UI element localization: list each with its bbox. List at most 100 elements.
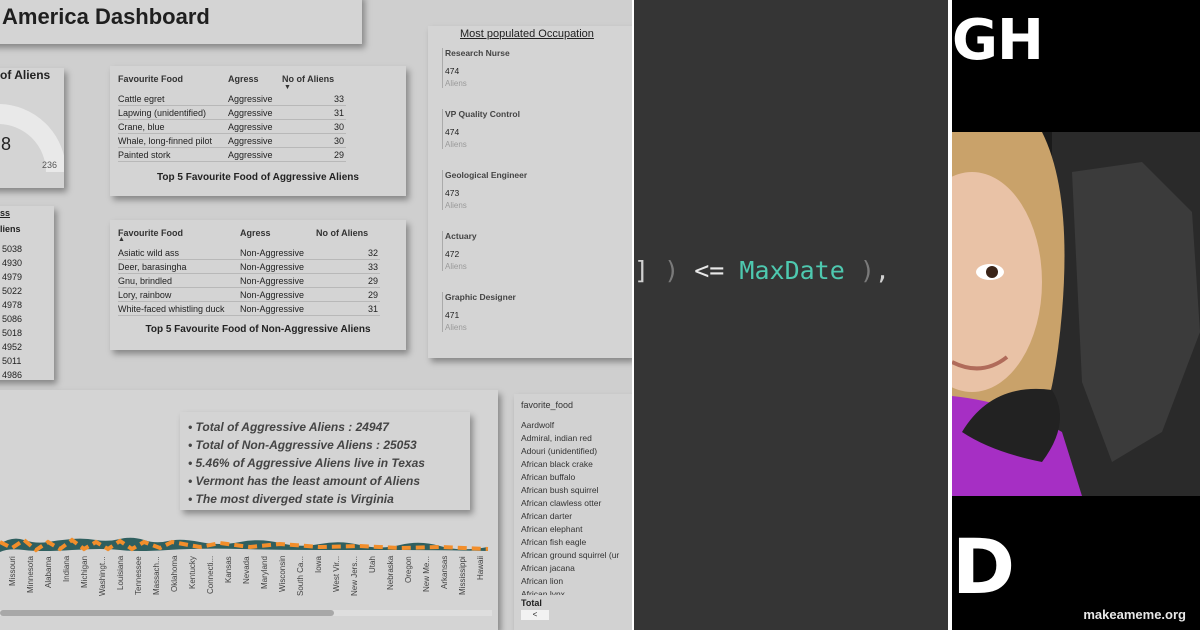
table-row[interactable]: Lory, rainbow Non-Aggressive 29 [118, 288, 380, 302]
non-aggressive-food-table[interactable]: Favourite Food Agress No of Aliens ▲ Asi… [110, 220, 406, 350]
gauge-card[interactable]: of Aliens 8 236 [0, 68, 64, 188]
occupation-title: Most populated Occupation [460, 28, 594, 40]
x-axis-label: New Me... [422, 556, 431, 593]
slicer-item[interactable]: African jacana [521, 563, 575, 573]
x-axis-label: Massach... [152, 556, 161, 595]
x-axis-label: Mississippi [458, 556, 467, 595]
states-row: 4952 [2, 342, 23, 352]
x-axis-label: Michigan [80, 556, 89, 589]
x-axis-label: Missouri [8, 556, 17, 586]
table-caption: Top 5 Favourite Food of Non-Aggressive A… [145, 324, 371, 335]
table-row[interactable]: Lapwing (unidentified) Aggressive 31 [118, 106, 346, 120]
aggressive-food-table[interactable]: Favourite Food Agress No of Aliens ▼ Cat… [110, 66, 406, 196]
fact-line: • Total of Non-Aggressive Aliens : 25053 [188, 438, 417, 452]
x-axis-label: New Jers... [350, 556, 359, 597]
table-row[interactable]: Whale, long-finned pilot Aggressive 30 [118, 134, 346, 148]
scroll-left-button[interactable]: < [521, 610, 549, 620]
x-axis-label: Minnesota [26, 556, 35, 593]
cell-count: 31 [367, 304, 378, 314]
col-header-agress[interactable]: Agress [240, 228, 271, 238]
slicer-item[interactable]: African elephant [521, 524, 582, 534]
states-row: 4979 [2, 272, 23, 282]
ribbon-chart[interactable] [0, 530, 492, 554]
occupation-value: 472 [445, 249, 460, 259]
cell-agress: Aggressive [228, 122, 273, 132]
slicer-item[interactable]: African darter [521, 511, 572, 521]
cell-agress: Aggressive [228, 94, 273, 104]
favorite-food-slicer[interactable]: favorite_food Aardwolf Admiral, indian r… [514, 394, 632, 630]
col-header-food[interactable]: Favourite Food [118, 74, 183, 84]
x-axis-label: Iowa [314, 556, 323, 573]
table-row[interactable]: Asiatic wild ass Non-Aggressive 32 [118, 246, 380, 260]
slicer-item[interactable]: African black crake [521, 459, 593, 469]
fact-line: • Total of Aggressive Aliens : 24947 [188, 420, 389, 434]
code-operator: <= [694, 256, 725, 285]
cell-agress: Aggressive [228, 136, 273, 146]
table-row[interactable]: Cattle egret Aggressive 33 [118, 92, 346, 106]
cell-count: 33 [367, 262, 378, 272]
cell-agress: Non-Aggressive [240, 290, 305, 300]
slicer-item[interactable]: African ground squirrel (ur [521, 550, 619, 560]
slicer-item[interactable]: Aardwolf [521, 420, 554, 430]
x-axis-label: Tennessee [134, 556, 143, 595]
sort-desc-icon: ▼ [284, 84, 291, 91]
fact-line: • The most diverged state is Virginia [188, 492, 394, 506]
cell-food: White-faced whistling duck [118, 304, 225, 314]
x-axis-label: Utah [368, 556, 377, 573]
x-axis-label: Washingt... [98, 556, 107, 596]
col-header-food[interactable]: Favourite Food [118, 228, 183, 238]
gauge-max: 236 [42, 160, 58, 170]
slicer-item[interactable]: Admiral, indian red [521, 433, 592, 443]
x-axis-label: Oregon [404, 556, 413, 583]
cell-food: Crane, blue [118, 122, 165, 132]
occupation-item[interactable]: Research Nurse 474 Aliens [442, 48, 592, 88]
occupation-name: Actuary [445, 231, 477, 241]
cell-food: Painted stork [118, 150, 171, 160]
x-axis-label: Alabama [44, 556, 53, 588]
x-axis-label: Kentucky [188, 556, 197, 589]
slicer-item[interactable]: African buffalo [521, 472, 575, 482]
occupation-item[interactable]: Graphic Designer 471 Aliens [442, 292, 592, 332]
occupation-item[interactable]: VP Quality Control 474 Aliens [442, 109, 592, 149]
fact-line: • 5.46% of Aggressive Aliens live in Tex… [188, 456, 425, 470]
occupation-item[interactable]: Actuary 472 Aliens [442, 231, 592, 271]
x-axis-label: Wisconsin [278, 556, 287, 593]
cell-count: 29 [367, 290, 378, 300]
table-row[interactable]: Crane, blue Aggressive 30 [118, 120, 346, 134]
table-row[interactable]: White-faced whistling duck Non-Aggressiv… [118, 302, 380, 316]
occupation-card[interactable]: Most populated Occupation Research Nurse… [428, 26, 632, 358]
col-header-agress[interactable]: Agress [228, 74, 259, 84]
code-line: ] ) <= MaxDate ), [634, 256, 890, 285]
cell-food: Cattle egret [118, 94, 165, 104]
table-row[interactable]: Deer, barasingha Non-Aggressive 33 [118, 260, 380, 274]
slicer-item[interactable]: African lynx [521, 589, 565, 595]
slicer-item[interactable]: African bush squirrel [521, 485, 598, 495]
table-row[interactable]: Gnu, brindled Non-Aggressive 29 [118, 274, 380, 288]
col-header-count[interactable]: No of Aliens [282, 74, 334, 84]
cell-food: Asiatic wild ass [118, 248, 180, 258]
occupation-value: 473 [445, 188, 460, 198]
chart-scrollbar[interactable] [0, 610, 492, 616]
dashboard-title-card: America Dashboard [0, 0, 362, 44]
x-axis-label: South Ca... [296, 556, 305, 597]
occupation-value: 471 [445, 310, 460, 320]
occupation-unit: Aliens [445, 323, 467, 332]
slicer-item[interactable]: African clawless otter [521, 498, 601, 508]
table-row[interactable]: Painted stork Aggressive 29 [118, 148, 346, 162]
col-header-count[interactable]: No of Aliens [316, 228, 368, 238]
dashboard-panel: America Dashboard of Aliens 8 236 ss lie… [0, 0, 632, 630]
chart-scrollbar-thumb[interactable] [0, 610, 334, 616]
x-axis-label: Louisiana [116, 556, 125, 591]
cell-agress: Non-Aggressive [240, 248, 305, 258]
x-axis-label: Nebraska [386, 556, 395, 591]
slicer-item[interactable]: African lion [521, 576, 563, 586]
occupation-item[interactable]: Geological Engineer 473 Aliens [442, 170, 592, 210]
occupation-name: Graphic Designer [445, 292, 516, 302]
slicer-item[interactable]: Adouri (unidentified) [521, 446, 597, 456]
states-row: 5086 [2, 314, 23, 324]
meme-top-caption: GH [952, 7, 1045, 74]
occupation-name: Geological Engineer [445, 170, 528, 180]
slicer-item[interactable]: African fish eagle [521, 537, 586, 547]
cell-food: Whale, long-finned pilot [118, 136, 213, 146]
states-table-card[interactable]: ss liens 5038 4930 4979 5022 4978 5086 5… [0, 206, 54, 380]
